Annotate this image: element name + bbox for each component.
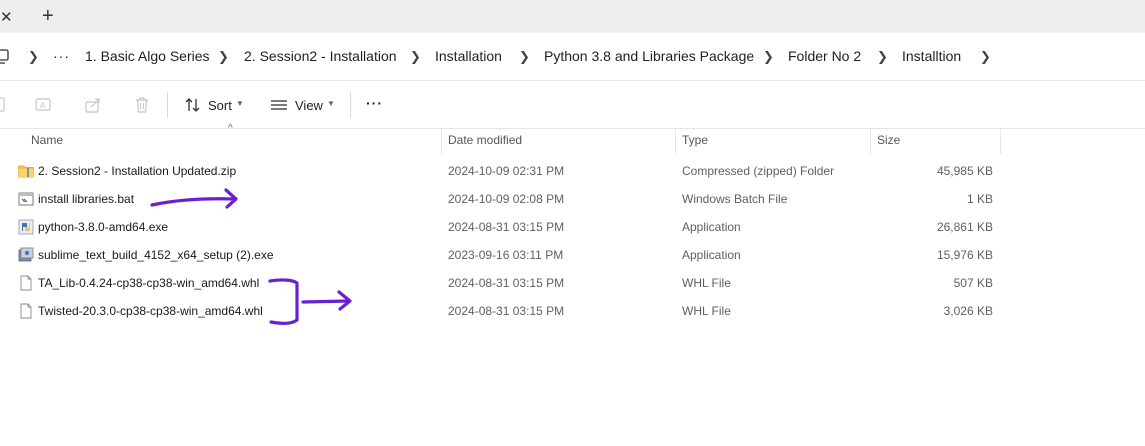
file-date: 2024-08-31 03:15 PM [448,304,565,318]
column-header-name[interactable]: Name [31,133,63,148]
breadcrumb-chevron-icon[interactable]: ❯ [980,48,991,65]
file-name[interactable]: Twisted-20.3.0-cp38-cp38-win_amd64.whl [38,304,263,319]
file-size: 26,861 KB [936,220,993,234]
column-header-type[interactable]: Type [682,133,708,148]
breadcrumb-item-basic-algo-series[interactable]: 1. Basic Algo Series [85,48,210,65]
column-divider[interactable] [1000,128,1001,154]
more-options-button[interactable]: ··· [366,96,383,111]
command-bar [0,81,1145,129]
new-item-icon[interactable] [0,96,6,114]
column-header-date-modified[interactable]: Date modified [448,133,522,148]
setup-installer-icon [18,247,34,262]
file-row[interactable]: python-3.8.0-amd64.exe 2024-08-31 03:15 … [0,214,1145,242]
sort-button[interactable]: Sort [208,98,232,113]
toolbar-divider [167,92,168,118]
file-row[interactable]: install libraries.bat 2024-10-09 02:08 P… [0,186,1145,214]
file-type: Windows Batch File [682,192,788,206]
file-name[interactable]: install libraries.bat [38,192,134,207]
breadcrumb-chevron-icon[interactable]: ❯ [28,48,39,65]
file-size: 3,026 KB [943,304,993,318]
file-date: 2023-09-16 03:11 PM [448,248,564,262]
generic-file-icon [20,303,32,319]
toolbar-divider [350,92,351,118]
sort-chevron-down-icon[interactable]: ▼ [236,99,244,108]
file-type: Application [682,220,741,234]
file-name[interactable]: python-3.8.0-amd64.exe [38,220,168,235]
file-row[interactable]: Twisted-20.3.0-cp38-cp38-win_amd64.whl 2… [0,298,1145,326]
sort-ascending-indicator-icon: ^ [228,123,233,134]
column-divider[interactable] [441,128,442,154]
new-tab-button[interactable]: + [42,5,54,27]
file-date: 2024-10-09 02:31 PM [448,164,565,178]
file-size: 507 KB [953,276,993,290]
batch-file-icon [18,192,34,206]
file-row[interactable]: TA_Lib-0.4.24-cp38-cp38-win_amd64.whl 20… [0,270,1145,298]
this-pc-icon[interactable] [0,48,10,66]
tab-strip: ✕ + [0,0,1145,34]
close-tab-icon[interactable]: ✕ [0,8,13,26]
file-date: 2024-08-31 03:15 PM [448,276,565,290]
breadcrumb-chevron-icon[interactable]: ❯ [410,48,421,65]
breadcrumb-item-folder-no-2[interactable]: Folder No 2 [788,48,861,65]
breadcrumb-chevron-icon[interactable]: ❯ [877,48,888,65]
sort-icon[interactable] [184,96,202,114]
generic-file-icon [20,275,32,291]
file-type: Application [682,248,741,262]
file-name[interactable]: sublime_text_build_4152_x64_setup (2).ex… [38,248,274,263]
rename-icon[interactable]: A [35,96,53,114]
breadcrumb-chevron-icon[interactable]: ❯ [519,48,530,65]
breadcrumb-item-installation[interactable]: Installation [435,48,502,65]
file-size: 15,976 KB [936,248,993,262]
svg-text:A: A [40,101,46,110]
file-name[interactable]: TA_Lib-0.4.24-cp38-cp38-win_amd64.whl [38,276,259,291]
breadcrumb-item-session2[interactable]: 2. Session2 - Installation [244,48,397,65]
file-date: 2024-08-31 03:15 PM [448,220,565,234]
view-button[interactable]: View [295,98,323,113]
file-type: WHL File [682,304,731,318]
share-icon[interactable] [85,96,103,114]
zip-folder-icon [18,165,34,178]
file-date: 2024-10-09 02:08 PM [448,192,565,206]
python-installer-icon [18,219,34,235]
file-row[interactable]: 2. Session2 - Installation Updated.zip 2… [0,158,1145,186]
file-type: Compressed (zipped) Folder [682,164,835,178]
file-name[interactable]: 2. Session2 - Installation Updated.zip [38,164,236,179]
view-icon[interactable] [270,96,288,114]
column-divider[interactable] [870,128,871,154]
column-header-size[interactable]: Size [877,133,900,148]
breadcrumb-more-button[interactable]: ··· [53,48,70,65]
breadcrumb-chevron-icon[interactable]: ❯ [763,48,774,65]
file-size: 45,985 KB [936,164,993,178]
breadcrumb-item-installtion[interactable]: Installtion [902,48,961,65]
breadcrumb-item-python-package[interactable]: Python 3.8 and Libraries Package [544,48,754,65]
file-row[interactable]: sublime_text_build_4152_x64_setup (2).ex… [0,242,1145,270]
view-chevron-down-icon[interactable]: ▼ [327,99,335,108]
breadcrumb-chevron-icon[interactable]: ❯ [218,48,229,65]
file-size: 1 KB [966,192,993,206]
delete-icon[interactable] [133,96,151,114]
file-type: WHL File [682,276,731,290]
column-divider[interactable] [675,128,676,154]
